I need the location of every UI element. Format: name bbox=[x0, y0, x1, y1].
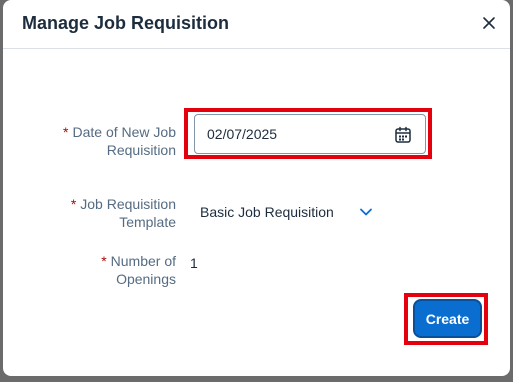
date-input[interactable]: 02/07/2025 bbox=[194, 114, 426, 154]
close-button[interactable] bbox=[478, 12, 500, 34]
close-icon bbox=[483, 17, 495, 29]
chevron-down-icon[interactable] bbox=[358, 205, 374, 219]
date-label-line1: Date of New Job bbox=[72, 124, 177, 140]
openings-value[interactable]: 1 bbox=[190, 255, 198, 271]
openings-label-line1: Number of bbox=[110, 253, 176, 269]
date-label: * Date of New Job Requisition bbox=[3, 123, 176, 159]
template-label-line1: Job Requisition bbox=[80, 196, 176, 212]
required-mark: * bbox=[101, 253, 107, 269]
date-value: 02/07/2025 bbox=[207, 126, 278, 142]
openings-label-line2: Openings bbox=[116, 271, 176, 287]
calendar-icon[interactable] bbox=[394, 126, 412, 144]
dialog-title: Manage Job Requisition bbox=[22, 13, 230, 33]
create-button[interactable]: Create bbox=[413, 299, 482, 338]
dialog-header: Manage Job Requisition bbox=[3, 0, 510, 49]
date-label-line2: Requisition bbox=[106, 142, 176, 158]
required-mark: * bbox=[63, 124, 69, 140]
required-mark: * bbox=[70, 196, 77, 212]
openings-label: * Number of Openings bbox=[3, 252, 176, 288]
template-select-value[interactable]: Basic Job Requisition bbox=[200, 204, 334, 220]
template-label: * Job Requisition Template bbox=[3, 195, 176, 231]
template-label-line2: Template bbox=[119, 214, 176, 230]
manage-job-requisition-dialog: Manage Job Requisition * Date of New Job … bbox=[3, 0, 510, 376]
